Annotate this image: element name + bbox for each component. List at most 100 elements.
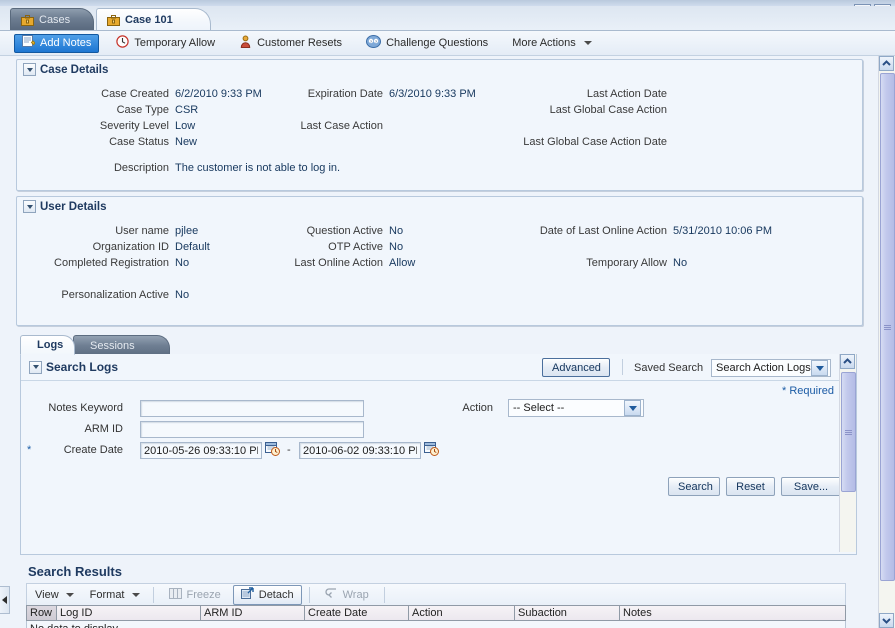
temporary-allow-button[interactable]: Temporary Allow <box>109 34 222 53</box>
format-menu[interactable]: Format <box>82 589 148 601</box>
wrap-icon <box>325 587 338 602</box>
more-actions-menu[interactable]: More Actions <box>505 34 599 53</box>
detach-button[interactable]: Detach <box>233 585 302 605</box>
chevron-down-icon <box>624 400 641 416</box>
chevron-down-icon <box>811 360 828 376</box>
field-label: Organization ID <box>17 240 169 255</box>
field-label: Case Type <box>17 103 169 118</box>
user-details-panel: User Details User name pjlee Organizatio… <box>16 196 863 326</box>
results-table-body: No data to display <box>26 621 846 628</box>
page-scrollbar[interactable] <box>878 56 895 628</box>
required-note: * Required <box>782 385 834 397</box>
freeze-icon <box>169 587 182 603</box>
save-button[interactable]: Save... <box>781 477 841 496</box>
search-button[interactable]: Search <box>668 477 720 496</box>
view-menu[interactable]: View <box>27 589 82 601</box>
tab-logs[interactable]: Logs <box>20 335 75 355</box>
field-label: Last Case Action <box>213 119 383 134</box>
arm-id-input[interactable] <box>140 421 364 438</box>
reset-button[interactable]: Reset <box>726 477 775 496</box>
field-label: Last Global Case Action <box>497 103 667 118</box>
notes-keyword-label: Notes Keyword <box>31 402 123 414</box>
field-label: Personalization Active <box>17 288 169 303</box>
field-label: Expiration Date <box>213 87 383 102</box>
tab-cases[interactable]: Cases <box>10 8 94 30</box>
toolbar-label: More Actions <box>512 37 576 49</box>
divider <box>622 359 623 375</box>
divider <box>21 380 856 381</box>
chevron-down-icon <box>882 617 891 624</box>
subtab-label: Sessions <box>90 340 135 352</box>
tab-strip: Cases Case 101 <box>0 6 895 30</box>
field-value: New <box>175 135 197 150</box>
action-value: -- Select -- <box>513 402 564 414</box>
tab-case-101[interactable]: Case 101 <box>96 8 211 30</box>
create-date-label: Create Date <box>37 444 123 456</box>
column-header-create-date[interactable]: Create Date <box>305 606 409 620</box>
field-temporary-allow: Temporary Allow No <box>497 256 687 271</box>
field-label: Last Online Action <box>213 256 383 271</box>
wrap-button[interactable]: Wrap <box>317 585 377 604</box>
saved-search-value: Search Action Logs <box>716 362 811 374</box>
field-value: No <box>175 288 189 303</box>
required-star: * <box>27 444 35 456</box>
add-notes-button[interactable]: Add Notes <box>14 34 99 53</box>
calendar-icon[interactable] <box>424 441 439 459</box>
create-date-to-input[interactable] <box>299 442 421 459</box>
scroll-down-button[interactable] <box>879 613 894 628</box>
scroll-thumb[interactable] <box>841 372 856 492</box>
detach-icon <box>241 587 254 603</box>
collapse-toggle-icon[interactable] <box>29 361 42 374</box>
column-header-action[interactable]: Action <box>409 606 515 620</box>
panel-title: Search Logs <box>46 360 118 374</box>
column-header-row[interactable]: Row <box>27 606 57 620</box>
create-date-from-input[interactable] <box>140 442 262 459</box>
challenge-questions-button[interactable]: ?? Challenge Questions <box>359 34 495 53</box>
empty-message: No data to display <box>30 623 118 628</box>
saved-search-label: Saved Search <box>634 362 703 374</box>
date-range-separator: - <box>287 444 291 456</box>
field-value: No <box>673 256 687 271</box>
advanced-button[interactable]: Advanced <box>542 358 610 377</box>
field-expiration-date: Expiration Date 6/3/2010 9:33 PM <box>213 87 476 102</box>
scroll-up-button[interactable] <box>879 56 894 71</box>
subtab-label: Logs <box>37 339 63 351</box>
caret-down-icon <box>66 593 74 597</box>
arm-id-label: ARM ID <box>31 423 123 435</box>
collapse-toggle-icon[interactable] <box>23 200 36 213</box>
tab-label: Case 101 <box>125 14 173 26</box>
column-header-subaction[interactable]: Subaction <box>515 606 620 620</box>
case-details-header: Case Details <box>17 60 862 78</box>
note-add-icon <box>22 35 35 51</box>
action-select[interactable]: -- Select -- <box>508 399 644 417</box>
sidebar-collapse-handle[interactable] <box>0 586 10 614</box>
notes-keyword-input[interactable] <box>140 400 364 417</box>
customer-resets-button[interactable]: Customer Resets <box>232 34 349 53</box>
search-logs-panel: Search Logs Advanced Saved Search Search… <box>20 354 857 555</box>
tab-sessions[interactable]: Sessions <box>73 335 170 355</box>
scroll-up-button[interactable] <box>840 354 855 369</box>
grip-icon <box>884 325 891 330</box>
scroll-thumb[interactable] <box>880 73 895 581</box>
action-toolbar: Add Notes Temporary Allow Customer Reset… <box>0 30 895 56</box>
field-date-of-last-online-action: Date of Last Online Action 5/31/2010 10:… <box>497 224 772 239</box>
field-label: User name <box>17 224 169 239</box>
chevron-up-icon <box>843 358 852 365</box>
collapse-toggle-icon[interactable] <box>23 63 36 76</box>
field-label: Case Status <box>17 135 169 150</box>
view-label: View <box>35 589 59 601</box>
search-logs-scrollbar[interactable] <box>839 354 856 552</box>
field-last-global-case-action-date: Last Global Case Action Date <box>497 135 667 150</box>
field-value: Default <box>175 240 210 255</box>
field-value: CSR <box>175 103 198 118</box>
freeze-button[interactable]: Freeze <box>161 585 229 605</box>
column-header-log-id[interactable]: Log ID <box>57 606 201 620</box>
field-severity-level: Severity Level Low <box>17 119 195 134</box>
calendar-icon[interactable] <box>265 441 280 459</box>
saved-search-select[interactable]: Search Action Logs <box>711 359 831 377</box>
column-header-notes[interactable]: Notes <box>620 606 845 620</box>
search-results-section: Search Results View Format Freeze <box>20 562 880 628</box>
field-value: No <box>175 256 189 271</box>
field-label: Last Action Date <box>497 87 667 102</box>
column-header-arm-id[interactable]: ARM ID <box>201 606 305 620</box>
